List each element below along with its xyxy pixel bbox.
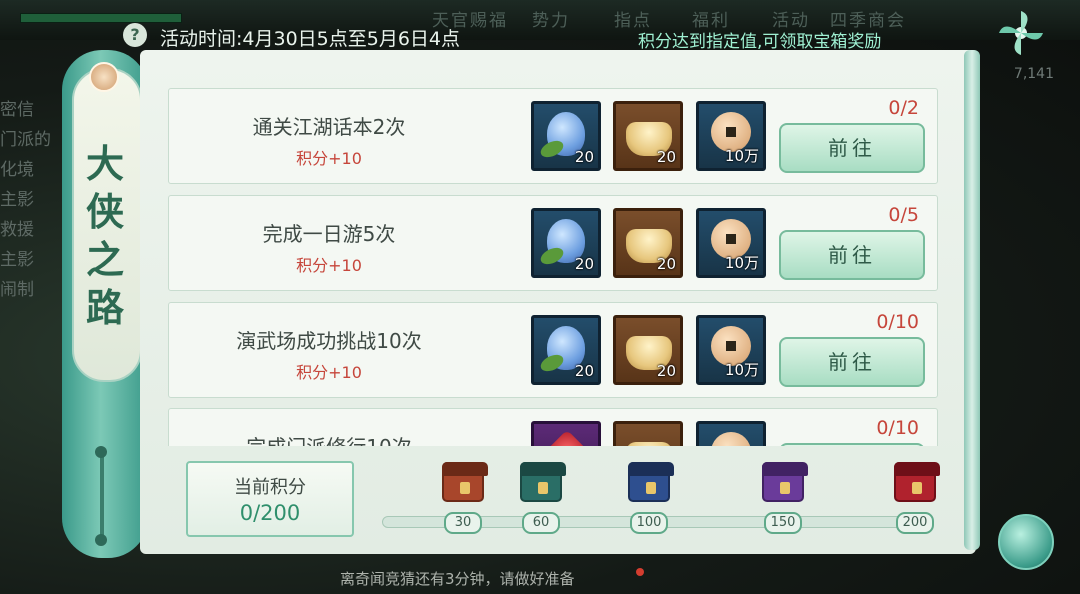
milestone-badge: 150 bbox=[764, 512, 802, 534]
milestone-badge: 200 bbox=[896, 512, 934, 534]
notification-dot bbox=[636, 568, 644, 576]
event-title-char: 路 bbox=[85, 285, 124, 330]
task-list[interactable]: 通关江湖话本2次 积分+10 20 20 10万 0/2 前往 完成一日游5次 … bbox=[168, 88, 940, 446]
milestone-badge: 30 bbox=[444, 512, 482, 534]
task-points: 积分+10 bbox=[296, 256, 362, 275]
score-label: 当前积分 bbox=[234, 477, 306, 498]
chest-lock-icon bbox=[460, 482, 470, 494]
milestone-badge: 100 bbox=[630, 512, 668, 534]
reward-slot[interactable] bbox=[613, 421, 683, 446]
bg-left-item: 主影 bbox=[0, 250, 34, 270]
chest-lock-icon bbox=[646, 482, 656, 494]
reward-qty: 20 bbox=[574, 148, 594, 166]
help-icon[interactable]: ? bbox=[123, 23, 147, 47]
copper-coin-icon bbox=[711, 432, 751, 446]
reward-slot[interactable]: 20 bbox=[531, 315, 601, 385]
go-button[interactable]: 前往 bbox=[779, 337, 925, 387]
treasure-chest[interactable] bbox=[894, 462, 940, 502]
treasure-chest[interactable] bbox=[762, 462, 808, 502]
task-title: 完成一日游5次 bbox=[262, 222, 396, 246]
panel-right-rod bbox=[964, 50, 980, 550]
pinwheel-close-icon[interactable] bbox=[996, 8, 1046, 58]
scroll-cord bbox=[100, 450, 104, 540]
bg-left-item: 门派的 bbox=[0, 130, 51, 150]
chest-lid bbox=[628, 462, 674, 476]
task-progress: 0/2 bbox=[888, 97, 919, 119]
bg-left-item: 主影 bbox=[0, 190, 34, 210]
reward-slot[interactable] bbox=[696, 421, 766, 446]
reward-qty: 20 bbox=[656, 255, 676, 273]
event-title-char: 大 bbox=[85, 141, 124, 186]
chest-lock-icon bbox=[912, 482, 922, 494]
reward-qty: 10万 bbox=[724, 361, 759, 379]
reward-slot[interactable]: 20 bbox=[613, 315, 683, 385]
reward-qty: 20 bbox=[656, 362, 676, 380]
reward-slot[interactable]: 20 bbox=[613, 208, 683, 278]
bg-left-item: 密信 bbox=[0, 100, 34, 120]
player-health-bar bbox=[20, 13, 182, 23]
chest-lock-icon bbox=[780, 482, 790, 494]
bg-left-list: 密信 门派的 化境 主影 救援 主影 闹制 bbox=[0, 95, 62, 305]
bg-menu-item: 势力 bbox=[532, 11, 570, 31]
chest-lid bbox=[442, 462, 488, 476]
reward-qty: 10万 bbox=[724, 147, 759, 165]
flower-gem-icon bbox=[89, 62, 119, 92]
reward-slot[interactable]: 20 bbox=[531, 101, 601, 171]
task-progress: 0/10 bbox=[876, 311, 919, 333]
task-title: 通关江湖话本2次 bbox=[252, 115, 406, 139]
red-knot-icon bbox=[545, 429, 589, 446]
bg-system-notice: 离奇闻竞猜还有3分钟，请做好准备 bbox=[340, 570, 575, 588]
task-row: 通关江湖话本2次 积分+10 20 20 10万 0/2 前往 bbox=[168, 88, 938, 184]
event-title-char: 侠 bbox=[85, 189, 124, 234]
task-points: 积分+10 bbox=[296, 363, 362, 382]
reward-slot[interactable]: 20 bbox=[531, 208, 601, 278]
task-title: 演武场成功挑战10次 bbox=[236, 329, 422, 353]
milestone-badge: 60 bbox=[522, 512, 560, 534]
bg-left-item: 救援 bbox=[0, 220, 34, 240]
task-row: 完成一日游5次 积分+10 20 20 10万 0/5 前往 bbox=[168, 195, 938, 291]
treasure-chest[interactable] bbox=[442, 462, 488, 502]
reward-slot[interactable]: 10万 bbox=[696, 315, 766, 385]
chest-lid bbox=[762, 462, 808, 476]
gold-ingot-icon bbox=[626, 442, 672, 446]
bg-left-item: 化境 bbox=[0, 160, 34, 180]
reward-qty: 20 bbox=[574, 255, 594, 273]
chest-lock-icon bbox=[538, 482, 548, 494]
chest-lid bbox=[520, 462, 566, 476]
task-progress: 0/10 bbox=[876, 417, 919, 439]
go-button[interactable]: 前往 bbox=[779, 230, 925, 280]
task-title: 完成门派修行10次 bbox=[169, 431, 489, 446]
reward-qty: 20 bbox=[574, 362, 594, 380]
task-row: 完成门派修行10次 0/10 bbox=[168, 408, 938, 446]
score-value: 0/200 bbox=[239, 501, 301, 525]
reward-slot[interactable]: 10万 bbox=[696, 208, 766, 278]
event-title-char: 之 bbox=[85, 237, 124, 282]
reward-slot[interactable]: 10万 bbox=[696, 101, 766, 171]
bg-power-number: 7,141 bbox=[1013, 66, 1054, 82]
scroll-bead bbox=[95, 446, 107, 458]
reward-slot[interactable]: 20 bbox=[613, 101, 683, 171]
go-button[interactable] bbox=[779, 443, 925, 446]
event-title: 大 侠 之 路 bbox=[80, 140, 130, 332]
task-row: 演武场成功挑战10次 积分+10 20 20 10万 0/10 前往 bbox=[168, 302, 938, 398]
reward-slot[interactable] bbox=[531, 421, 601, 446]
treasure-chest[interactable] bbox=[520, 462, 566, 502]
reward-tip-text: 积分达到指定值,可领取宝箱奖励 bbox=[638, 32, 882, 52]
bg-left-item: 闹制 bbox=[0, 280, 34, 300]
jade-orb-icon[interactable] bbox=[998, 514, 1054, 570]
reward-qty: 20 bbox=[656, 148, 676, 166]
task-points: 积分+10 bbox=[296, 149, 362, 168]
treasure-chest[interactable] bbox=[628, 462, 674, 502]
event-time-text: 活动时间:4月30日5点至5月6日4点 bbox=[160, 28, 461, 50]
task-progress: 0/5 bbox=[888, 204, 919, 226]
current-score-box: 当前积分 0/200 bbox=[186, 461, 354, 537]
scroll-bead bbox=[95, 534, 107, 546]
reward-qty: 10万 bbox=[724, 254, 759, 272]
chest-lid bbox=[894, 462, 940, 476]
go-button[interactable]: 前往 bbox=[779, 123, 925, 173]
